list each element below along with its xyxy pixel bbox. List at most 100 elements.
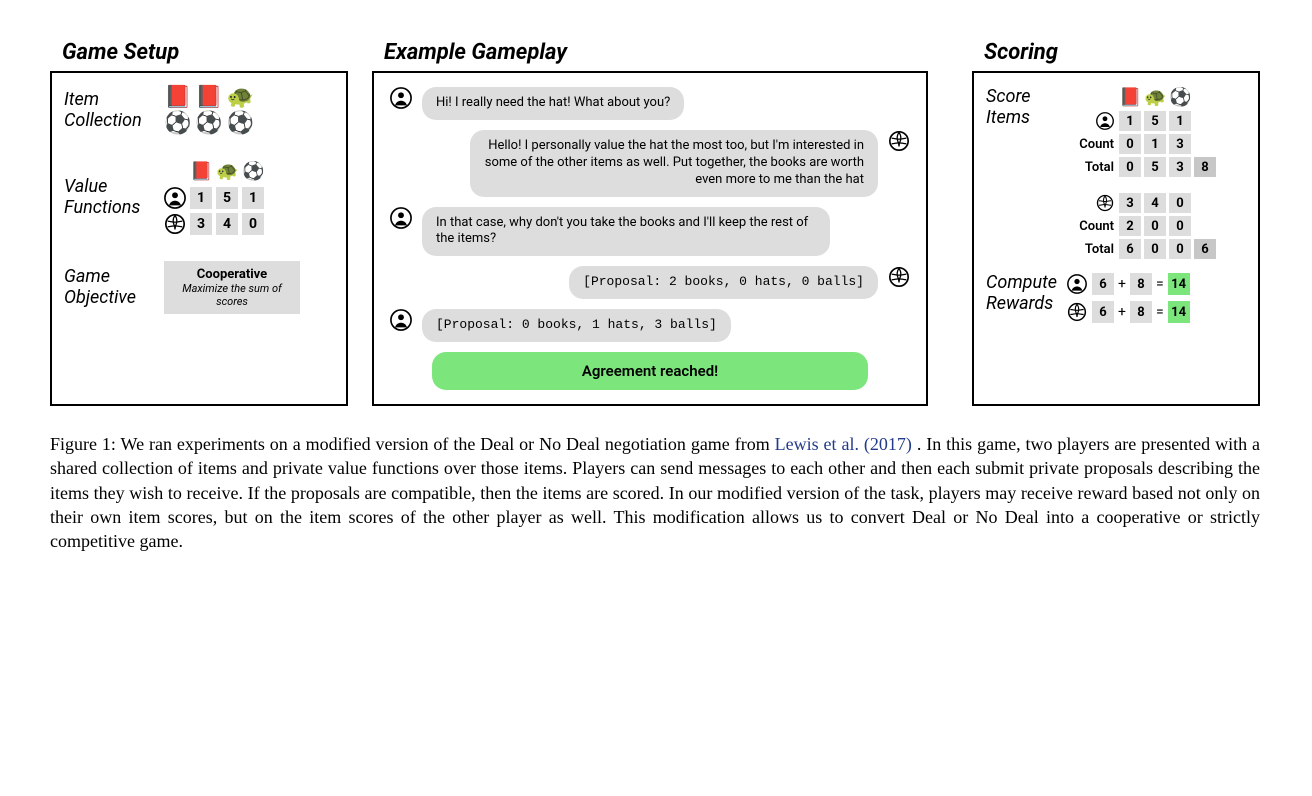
count-label: Count (1066, 137, 1114, 152)
value-cell: 0 (1169, 193, 1191, 213)
reward-row-human: 6 + 8 = 14 (1066, 273, 1190, 295)
game-objective-label: Game Objective (64, 267, 154, 308)
setup-column: Game Setup Item Collection 📕 📕 🐢 ⚽ ⚽ ⚽ (50, 40, 348, 406)
value-cell: 4 (216, 213, 238, 235)
item-collection-row: Item Collection 📕 📕 🐢 ⚽ ⚽ ⚽ (64, 87, 334, 135)
count-cell: 3 (1169, 134, 1191, 154)
equals-sign: = (1156, 304, 1164, 320)
value-cell: 0 (242, 213, 264, 235)
score-items-label: Score Items (986, 87, 1056, 259)
ball-icon: ⚽ (1169, 87, 1191, 108)
citation-link[interactable]: Lewis et al. (2017) (775, 434, 912, 454)
value-table: 📕 🐢 ⚽ 1 5 1 3 4 0 (164, 161, 264, 235)
chat-message-ai: Hello! I personally value the hat the mo… (390, 130, 910, 197)
human-icon (390, 87, 412, 109)
score-tables: 📕 🐢 ⚽ 1 5 1 Count (1066, 87, 1216, 259)
plus-sign: + (1118, 304, 1126, 320)
compute-rewards-block: Compute Rewards 6 + 8 = 14 6 + 8 (986, 273, 1246, 323)
gameplay-heading: Example Gameplay (384, 40, 948, 65)
total-cell: 3 (1169, 157, 1191, 177)
total-cell: 0 (1144, 239, 1166, 259)
count-cell: 2 (1119, 216, 1141, 236)
reward-cell: 6 (1092, 273, 1114, 295)
figure-caption: Figure 1: We ran experiments on a modifi… (50, 432, 1260, 553)
chat-bubble: Hi! I really need the hat! What about yo… (422, 87, 684, 120)
hat-icon: 🐢 (227, 87, 254, 109)
chat-proposal-ai: [Proposal: 2 books, 0 hats, 0 balls] (390, 266, 910, 299)
scoring-column: Scoring Score Items 📕 🐢 ⚽ (972, 40, 1260, 406)
count-cell: 1 (1144, 134, 1166, 154)
compute-rewards-label: Compute Rewards (986, 273, 1056, 323)
total-label: Total (1066, 242, 1114, 257)
ai-icon (888, 266, 910, 288)
book-icon: 📕 (1119, 87, 1141, 108)
setup-panel: Item Collection 📕 📕 🐢 ⚽ ⚽ ⚽ Value Functi (50, 71, 348, 406)
total-cell: 6 (1119, 239, 1141, 259)
ball-icon: ⚽ (195, 113, 222, 135)
score-items-block: Score Items 📕 🐢 ⚽ 1 (986, 87, 1246, 259)
setup-heading: Game Setup (62, 40, 348, 65)
total-cell: 0 (1169, 239, 1191, 259)
human-icon (164, 187, 186, 209)
value-cell: 4 (1144, 193, 1166, 213)
equals-sign: = (1156, 276, 1164, 292)
scoring-panel: Score Items 📕 🐢 ⚽ 1 (972, 71, 1260, 406)
ball-icon: ⚽ (242, 163, 264, 181)
value-functions-label: Value Functions (64, 177, 154, 218)
total-cell: 5 (1144, 157, 1166, 177)
chat-bubble: Hello! I personally value the hat the mo… (470, 130, 878, 197)
hat-icon: 🐢 (1144, 87, 1166, 108)
proposal-bubble: [Proposal: 2 books, 0 hats, 0 balls] (569, 266, 878, 299)
item-collection-label: Item Collection (64, 90, 154, 131)
human-icon (390, 207, 412, 229)
value-cell: 1 (190, 187, 212, 209)
total-cell: 0 (1119, 157, 1141, 177)
ai-icon (1066, 301, 1088, 323)
count-cell: 0 (1119, 134, 1141, 154)
game-objective-row: Game Objective Cooperative Maximize the … (64, 261, 334, 314)
total-sum-cell: 6 (1194, 239, 1216, 259)
reward-rows: 6 + 8 = 14 6 + 8 = 14 (1066, 273, 1190, 323)
value-cell: 1 (1119, 111, 1141, 131)
item-collection-icons: 📕 📕 🐢 ⚽ ⚽ ⚽ (164, 87, 254, 135)
chat-message-human: Hi! I really need the hat! What about yo… (390, 87, 910, 120)
chat-message-human: In that case, why don't you take the boo… (390, 207, 910, 257)
reward-row-ai: 6 + 8 = 14 (1066, 301, 1190, 323)
book-icon: 📕 (195, 87, 222, 109)
scoring-heading: Scoring (984, 40, 1260, 65)
reward-sum-cell: 14 (1168, 273, 1190, 295)
count-cell: 0 (1169, 216, 1191, 236)
caption-text: Figure 1: We ran experiments on a modifi… (50, 434, 775, 454)
value-cell: 5 (216, 187, 238, 209)
chat-bubble: In that case, why don't you take the boo… (422, 207, 830, 257)
ball-icon: ⚽ (227, 113, 254, 135)
value-cell: 1 (242, 187, 264, 209)
value-functions-row: Value Functions 📕 🐢 ⚽ 1 5 1 (64, 161, 334, 235)
value-cell: 3 (1119, 193, 1141, 213)
plus-sign: + (1118, 276, 1126, 292)
human-icon (1066, 112, 1114, 130)
figure-panels: Game Setup Item Collection 📕 📕 🐢 ⚽ ⚽ ⚽ (50, 40, 1260, 406)
book-icon: 📕 (164, 87, 191, 109)
human-icon (390, 309, 412, 331)
ai-icon (1066, 194, 1114, 212)
hat-icon: 🐢 (216, 163, 238, 181)
count-cell: 0 (1144, 216, 1166, 236)
count-label: Count (1066, 219, 1114, 234)
total-label: Total (1066, 160, 1114, 175)
book-icon: 📕 (190, 163, 212, 181)
reward-cell: 8 (1130, 273, 1152, 295)
score-table-ai: 3 4 0 Count 2 0 0 To (1066, 193, 1216, 259)
value-cell: 1 (1169, 111, 1191, 131)
agreement-banner: Agreement reached! (432, 352, 868, 390)
objective-subtitle: Maximize the sum of scores (172, 282, 292, 308)
score-table-human: 📕 🐢 ⚽ 1 5 1 Count (1066, 87, 1216, 177)
reward-cell: 8 (1130, 301, 1152, 323)
value-cell: 3 (190, 213, 212, 235)
objective-title: Cooperative (172, 267, 292, 282)
ai-icon (164, 213, 186, 235)
figure: Game Setup Item Collection 📕 📕 🐢 ⚽ ⚽ ⚽ (50, 40, 1260, 554)
reward-cell: 6 (1092, 301, 1114, 323)
gameplay-column: Example Gameplay Hi! I really need the h… (372, 40, 948, 406)
reward-sum-cell: 14 (1168, 301, 1190, 323)
